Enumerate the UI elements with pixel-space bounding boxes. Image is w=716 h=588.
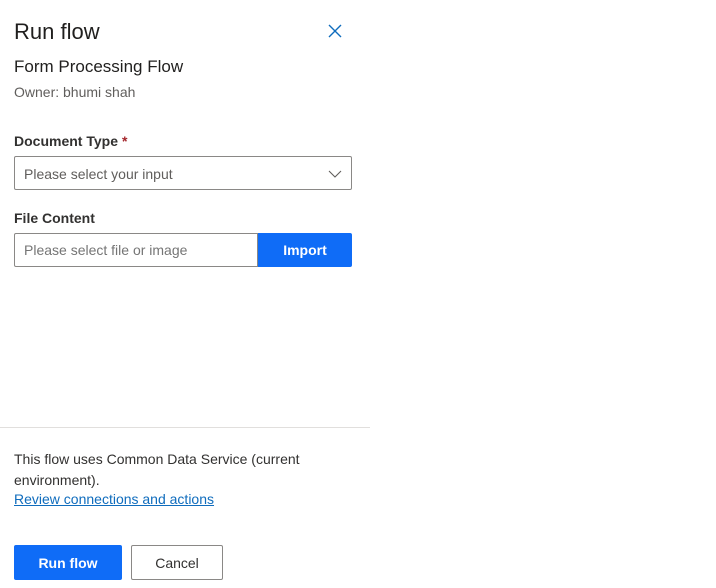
run-flow-panel: Run flow Form Processing Flow Owner: bhu…: [0, 0, 370, 588]
close-icon: [328, 24, 342, 38]
import-button[interactable]: Import: [258, 233, 352, 267]
close-button[interactable]: [324, 20, 346, 42]
connection-info-text: This flow uses Common Data Service (curr…: [14, 451, 300, 488]
footer-divider: [0, 427, 370, 428]
document-type-label: Document Type *: [14, 133, 127, 149]
required-indicator: *: [121, 133, 128, 149]
document-type-label-text: Document Type: [14, 133, 118, 149]
file-content-input[interactable]: [14, 233, 258, 267]
cancel-button[interactable]: Cancel: [131, 545, 223, 580]
document-type-placeholder: Please select your input: [24, 166, 173, 182]
review-connections-link[interactable]: Review connections and actions: [14, 491, 214, 507]
flow-owner: Owner: bhumi shah: [14, 84, 136, 100]
chevron-down-icon: [328, 170, 342, 178]
document-type-dropdown[interactable]: Please select your input: [14, 156, 352, 190]
flow-name: Form Processing Flow: [14, 57, 184, 76]
file-content-label: File Content: [14, 210, 95, 226]
run-flow-button[interactable]: Run flow: [14, 545, 122, 580]
panel-title: Run flow: [14, 19, 100, 44]
